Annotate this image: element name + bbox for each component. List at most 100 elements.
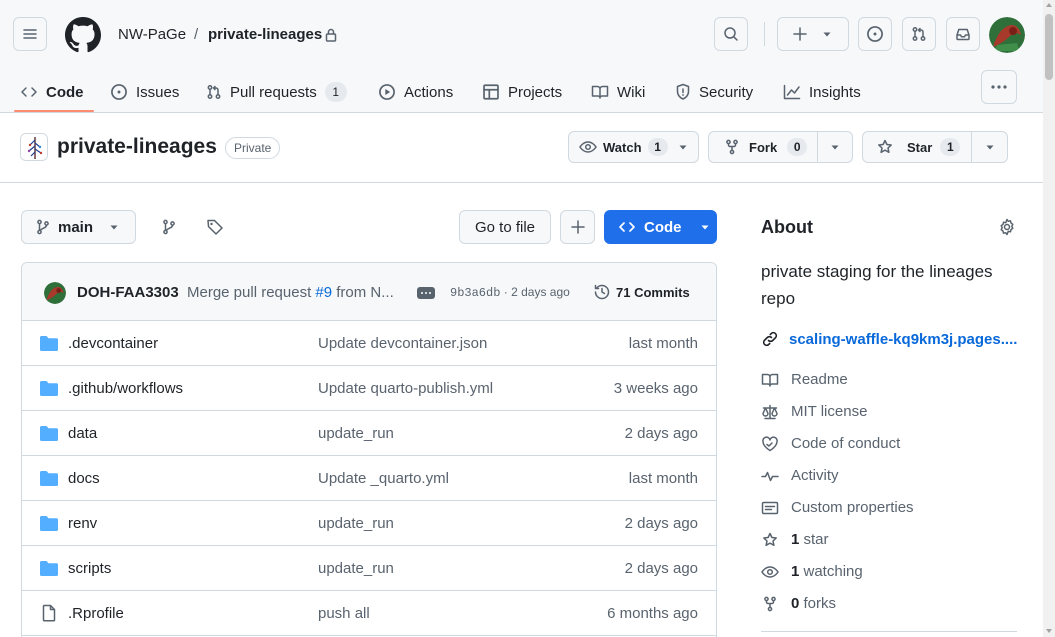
tab-pull-requests[interactable]: Pull requests 1 bbox=[206, 76, 347, 108]
file-row[interactable]: scripts update_run 2 days ago bbox=[22, 546, 716, 591]
file-commit-message[interactable]: Update quarto-publish.yml bbox=[318, 380, 493, 397]
inbox-button[interactable] bbox=[946, 17, 980, 51]
file-commit-message[interactable]: push all bbox=[318, 605, 370, 622]
fork-button[interactable]: Fork 0 bbox=[709, 132, 817, 162]
about-item-mit-license[interactable]: MIT license bbox=[761, 403, 867, 420]
tab-wiki[interactable]: Wiki bbox=[591, 76, 645, 108]
file-commit-date: 2 days ago bbox=[624, 560, 698, 577]
shield-icon bbox=[675, 83, 691, 101]
tab-security[interactable]: Security bbox=[675, 76, 753, 108]
gear-icon[interactable] bbox=[998, 218, 1016, 236]
tab-label: Pull requests bbox=[230, 83, 317, 101]
file-name-link[interactable]: scripts bbox=[68, 560, 111, 577]
file-commit-message[interactable]: Update devcontainer.json bbox=[318, 335, 487, 352]
scroll-up-arrow[interactable] bbox=[1046, 3, 1052, 7]
chevron-down-icon bbox=[830, 142, 840, 152]
file-name-link[interactable]: .github/workflows bbox=[68, 380, 183, 397]
commit-author[interactable]: DOH-FAA3303 bbox=[77, 284, 179, 301]
pull-requests-button[interactable] bbox=[902, 17, 936, 51]
code-dropdown-button[interactable]: Code bbox=[604, 210, 717, 244]
branch-name: main bbox=[58, 218, 94, 236]
breadcrumb-owner[interactable]: NW-PaGe bbox=[118, 25, 186, 45]
history-icon bbox=[593, 283, 611, 301]
file-row[interactable]: data update_run 2 days ago bbox=[22, 411, 716, 456]
more-tabs-button[interactable] bbox=[981, 70, 1017, 104]
page-scrollbar[interactable] bbox=[1043, 0, 1055, 637]
website-url: scaling-waffle-kq9km3j.pages.... bbox=[789, 330, 1018, 348]
repo-description: private staging for the lineages repo bbox=[761, 262, 993, 308]
tags-link[interactable] bbox=[203, 215, 227, 239]
file-browser: DOH-FAA3303 Merge pull request #9 from N… bbox=[21, 262, 717, 637]
about-item-code-of-conduct[interactable]: Code of conduct bbox=[761, 435, 900, 452]
github-logo-icon[interactable] bbox=[65, 17, 101, 53]
file-row[interactable]: docs Update _quarto.yml last month bbox=[22, 456, 716, 501]
breadcrumb-repo[interactable]: private-lineages bbox=[208, 25, 322, 45]
about-item-activity[interactable]: Activity bbox=[761, 467, 839, 484]
file-name-link[interactable]: docs bbox=[68, 470, 100, 487]
file-commit-date: 3 weeks ago bbox=[613, 380, 698, 397]
commit-sha[interactable]: 9b3a6db bbox=[450, 286, 500, 300]
file-name-link[interactable]: data bbox=[68, 425, 97, 442]
repo-title[interactable]: private-lineages bbox=[57, 135, 217, 159]
scroll-thumb[interactable] bbox=[1045, 14, 1053, 80]
website-link[interactable]: scaling-waffle-kq9km3j.pages.... bbox=[761, 330, 1017, 348]
user-avatar[interactable] bbox=[989, 17, 1025, 53]
scroll-down-arrow[interactable] bbox=[1046, 629, 1052, 633]
about-item-text: Activity bbox=[791, 467, 839, 484]
file-commit-date: 6 months ago bbox=[607, 605, 698, 622]
fork-dropdown-button[interactable] bbox=[817, 132, 852, 162]
about-item-watching[interactable]: 1 watching bbox=[761, 563, 863, 580]
watch-button[interactable]: Watch 1 bbox=[569, 132, 698, 162]
tag-icon bbox=[206, 218, 224, 236]
tab-count-badge: 1 bbox=[324, 82, 347, 102]
add-file-button[interactable] bbox=[560, 210, 595, 244]
branches-link[interactable] bbox=[157, 215, 181, 239]
note-icon bbox=[761, 500, 779, 516]
go-to-file-button[interactable]: Go to file bbox=[459, 210, 551, 244]
about-item-forks[interactable]: 0 forks bbox=[761, 595, 836, 612]
file-commit-message[interactable]: update_run bbox=[318, 560, 394, 577]
file-row[interactable]: .devcontainer Update devcontainer.json las… bbox=[22, 321, 716, 366]
folder-icon bbox=[39, 514, 59, 532]
file-row[interactable]: .github/workflows Update quarto-publish.y… bbox=[22, 366, 716, 411]
file-commit-date: 2 days ago bbox=[624, 515, 698, 532]
star-button[interactable]: Star 1 bbox=[863, 132, 971, 162]
kebab-horizontal-icon bbox=[990, 84, 1008, 90]
search-button[interactable] bbox=[714, 17, 748, 51]
commit-author-avatar[interactable] bbox=[44, 282, 66, 304]
tab-projects[interactable]: Projects bbox=[482, 76, 562, 108]
tab-code[interactable]: Code bbox=[20, 76, 84, 108]
about-item-readme[interactable]: Readme bbox=[761, 371, 848, 388]
file-name-link[interactable]: .devcontainer bbox=[68, 335, 158, 352]
file-commit-message[interactable]: update_run bbox=[318, 515, 394, 532]
tab-actions[interactable]: Actions bbox=[378, 76, 453, 108]
about-item-custom-properties[interactable]: Custom properties bbox=[761, 499, 914, 516]
code-icon bbox=[618, 219, 636, 235]
about-item-star[interactable]: 1 star bbox=[761, 531, 829, 548]
commits-history-link[interactable]: 71 Commits bbox=[593, 283, 690, 301]
commit-pr-link[interactable]: #9 bbox=[315, 284, 332, 301]
tab-label: Projects bbox=[508, 83, 563, 101]
file-name-link[interactable]: .Rprofile bbox=[68, 605, 124, 622]
chevron-down-icon bbox=[678, 142, 688, 152]
expand-commit-message-button[interactable] bbox=[417, 287, 435, 299]
tab-insights[interactable]: Insights bbox=[783, 76, 861, 108]
tab-label: Actions bbox=[404, 83, 454, 101]
file-commit-message[interactable]: update_run bbox=[318, 425, 394, 442]
star-dropdown-button[interactable] bbox=[971, 132, 1007, 162]
issues-button[interactable] bbox=[858, 17, 892, 51]
about-item-text: MIT license bbox=[791, 403, 867, 420]
about-heading: About bbox=[761, 217, 813, 237]
issue-opened-icon bbox=[110, 83, 128, 101]
file-commit-message[interactable]: Update _quarto.yml bbox=[318, 470, 449, 487]
branch-selector[interactable]: main bbox=[21, 210, 136, 244]
folder-icon bbox=[39, 559, 59, 577]
commit-message-prefix: Merge pull request bbox=[187, 284, 316, 301]
create-new-button[interactable] bbox=[777, 17, 849, 51]
file-row[interactable]: .Rprofile push all 6 months ago bbox=[22, 591, 716, 636]
commit-message[interactable]: Merge pull request #9 from N... bbox=[187, 284, 394, 301]
file-row[interactable]: renv update_run 2 days ago bbox=[22, 501, 716, 546]
tab-issues[interactable]: Issues bbox=[110, 76, 179, 108]
hamburger-menu-button[interactable] bbox=[13, 17, 47, 51]
file-name-link[interactable]: renv bbox=[68, 515, 97, 532]
